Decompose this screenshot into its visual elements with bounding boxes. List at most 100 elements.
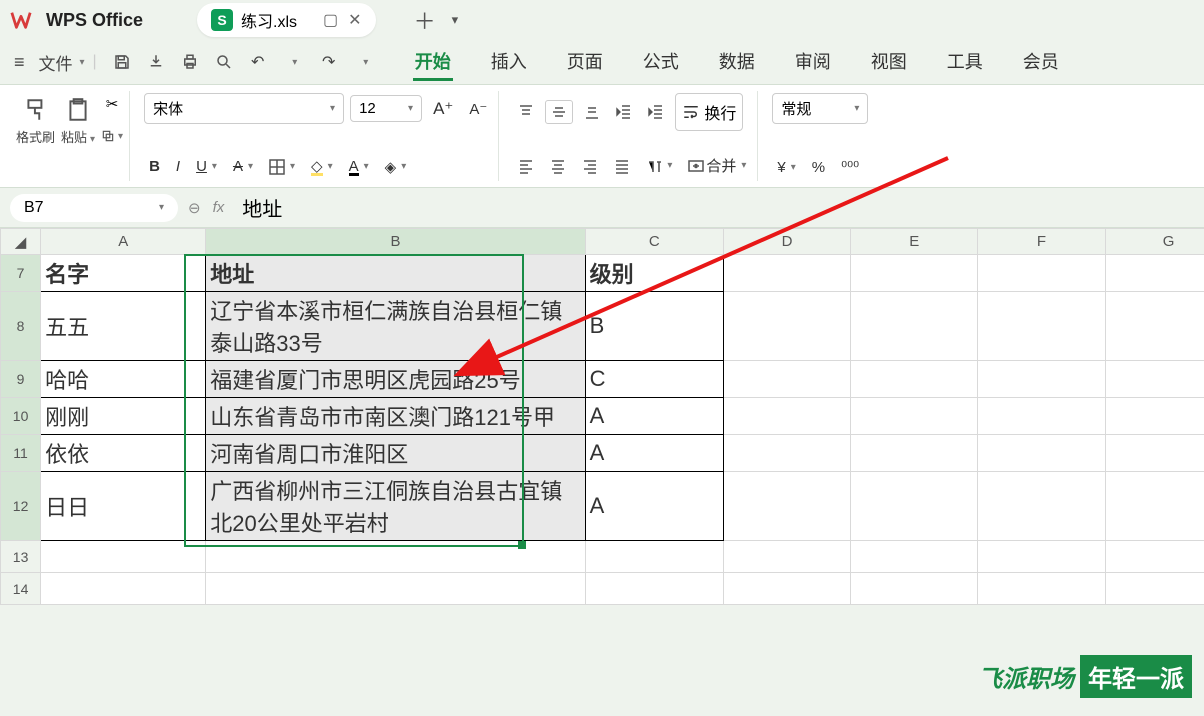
- cell[interactable]: [1105, 573, 1204, 605]
- tab-formula[interactable]: 公式: [641, 44, 681, 81]
- cut-icon[interactable]: ✂: [101, 93, 123, 115]
- select-all-corner[interactable]: ◢: [1, 229, 41, 255]
- cell[interactable]: [585, 573, 723, 605]
- cell[interactable]: [1105, 255, 1204, 292]
- col-header-C[interactable]: C: [585, 229, 723, 255]
- merge-button[interactable]: 合并▾: [683, 152, 751, 179]
- cell[interactable]: A: [585, 472, 723, 541]
- col-header-A[interactable]: A: [41, 229, 206, 255]
- cell[interactable]: [851, 573, 978, 605]
- align-center-icon[interactable]: [545, 155, 571, 177]
- cell[interactable]: 五五: [41, 292, 206, 361]
- cell[interactable]: [851, 361, 978, 398]
- undo-icon[interactable]: ↶: [245, 49, 271, 75]
- row-header[interactable]: 7: [1, 255, 41, 292]
- cell[interactable]: [978, 573, 1105, 605]
- formula-input[interactable]: [234, 194, 1194, 221]
- row-header[interactable]: 11: [1, 435, 41, 472]
- clear-format-button[interactable]: ◈▾: [380, 155, 412, 179]
- cell[interactable]: 广西省柳州市三江侗族自治县古宜镇北20公里处平岩村: [206, 472, 585, 541]
- cell[interactable]: [723, 472, 850, 541]
- cell[interactable]: [723, 541, 850, 573]
- col-header-G[interactable]: G: [1105, 229, 1204, 255]
- cell[interactable]: [723, 435, 850, 472]
- align-right-icon[interactable]: [577, 155, 603, 177]
- font-family-select[interactable]: 宋体▾: [144, 93, 344, 124]
- valign-bottom-icon[interactable]: [579, 101, 605, 123]
- copy-icon[interactable]: ▾: [101, 125, 123, 147]
- bold-button[interactable]: B: [144, 155, 165, 178]
- close-tab-icon[interactable]: ✕: [348, 10, 361, 30]
- cell[interactable]: [206, 541, 585, 573]
- col-header-F[interactable]: F: [978, 229, 1105, 255]
- cell[interactable]: [978, 472, 1105, 541]
- cell[interactable]: [851, 435, 978, 472]
- indent-increase-icon[interactable]: [643, 101, 669, 123]
- currency-button[interactable]: ¥▾: [772, 156, 800, 179]
- redo-icon[interactable]: ↷: [316, 49, 342, 75]
- tab-member[interactable]: 会员: [1021, 44, 1061, 81]
- cell[interactable]: [723, 255, 850, 292]
- cell[interactable]: [41, 573, 206, 605]
- row-header[interactable]: 8: [1, 292, 41, 361]
- paste-label[interactable]: 粘贴▾: [61, 127, 95, 146]
- row-header[interactable]: 13: [1, 541, 41, 573]
- cell[interactable]: 山东省青岛市市南区澳门路121号甲: [206, 398, 585, 435]
- cell[interactable]: [851, 292, 978, 361]
- cell[interactable]: [851, 472, 978, 541]
- cell[interactable]: [978, 435, 1105, 472]
- tab-insert[interactable]: 插入: [489, 44, 529, 81]
- cell[interactable]: [1105, 398, 1204, 435]
- save-icon[interactable]: [109, 49, 135, 75]
- cell[interactable]: [978, 292, 1105, 361]
- tab-review[interactable]: 审阅: [793, 44, 833, 81]
- fx-icon[interactable]: fx: [213, 199, 225, 216]
- print-icon[interactable]: [177, 49, 203, 75]
- add-tab-button[interactable]: ＋: [414, 4, 436, 36]
- row-header[interactable]: 10: [1, 398, 41, 435]
- undo-dropdown-icon[interactable]: ▾: [282, 49, 308, 75]
- cell[interactable]: [1105, 472, 1204, 541]
- redo-dropdown-icon[interactable]: ▾: [353, 49, 379, 75]
- cell[interactable]: [723, 361, 850, 398]
- document-tab[interactable]: S 练习.xls ▢ ✕: [197, 3, 376, 37]
- cell[interactable]: 日日: [41, 472, 206, 541]
- tab-view[interactable]: 视图: [869, 44, 909, 81]
- strikethrough-button[interactable]: A▾: [228, 155, 258, 178]
- device-icon[interactable]: ▢: [323, 10, 338, 30]
- cell[interactable]: [1105, 541, 1204, 573]
- tab-tools[interactable]: 工具: [945, 44, 985, 81]
- cell[interactable]: [723, 292, 850, 361]
- wrap-text-button[interactable]: 换行: [675, 93, 743, 131]
- cell[interactable]: C: [585, 361, 723, 398]
- paste-icon[interactable]: [63, 95, 93, 125]
- tab-dropdown-icon[interactable]: ▾: [452, 12, 459, 28]
- cell[interactable]: [851, 541, 978, 573]
- cell[interactable]: [723, 573, 850, 605]
- italic-button[interactable]: I: [171, 155, 185, 178]
- cell[interactable]: 河南省周口市淮阳区: [206, 435, 585, 472]
- cell[interactable]: [723, 398, 850, 435]
- cell[interactable]: [206, 573, 585, 605]
- cell[interactable]: [978, 361, 1105, 398]
- cell[interactable]: [978, 541, 1105, 573]
- font-color-button[interactable]: A▾: [344, 155, 374, 179]
- col-header-D[interactable]: D: [723, 229, 850, 255]
- cell[interactable]: [978, 398, 1105, 435]
- number-format-select[interactable]: 常规▾: [772, 93, 868, 124]
- cell[interactable]: 名字: [41, 255, 206, 292]
- cell[interactable]: [978, 255, 1105, 292]
- grid[interactable]: ◢ A B C D E F G H 7 名字 地址 级别 8 五五 辽宁省本溪市…: [0, 228, 1204, 605]
- indent-decrease-icon[interactable]: [611, 101, 637, 123]
- row-header[interactable]: 9: [1, 361, 41, 398]
- format-painter-icon[interactable]: [21, 95, 51, 125]
- increase-font-icon[interactable]: A⁺: [428, 96, 458, 122]
- col-header-B[interactable]: B: [206, 229, 585, 255]
- cell[interactable]: [1105, 292, 1204, 361]
- font-size-select[interactable]: 12▾: [350, 95, 422, 122]
- valign-top-icon[interactable]: [513, 101, 539, 123]
- row-header[interactable]: 14: [1, 573, 41, 605]
- row-header[interactable]: 12: [1, 472, 41, 541]
- tab-data[interactable]: 数据: [717, 44, 757, 81]
- cell[interactable]: 地址: [206, 255, 585, 292]
